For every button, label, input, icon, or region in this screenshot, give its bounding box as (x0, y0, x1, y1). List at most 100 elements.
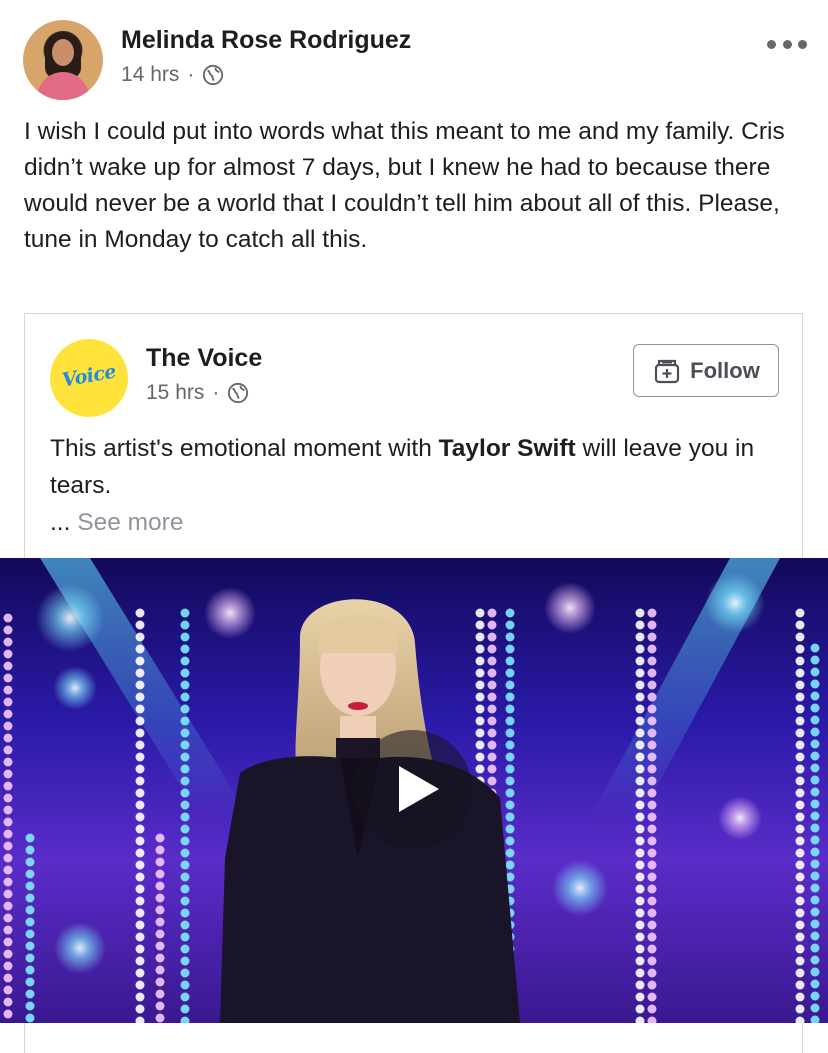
led-dot (647, 800, 657, 810)
led-dot (505, 632, 515, 642)
led-dot (475, 740, 485, 750)
led-dot (795, 644, 805, 654)
led-dot (180, 824, 190, 834)
led-dot (635, 620, 645, 630)
led-dot (487, 680, 497, 690)
post-timestamp[interactable]: 14 hrs (121, 63, 179, 87)
led-dot (647, 956, 657, 966)
led-dot (635, 824, 645, 834)
led-dot (3, 625, 13, 635)
led-dot (135, 716, 145, 726)
led-dot (795, 692, 805, 702)
led-dot (475, 644, 485, 654)
led-dot (505, 716, 515, 726)
led-dot (3, 961, 13, 971)
led-dot (487, 668, 497, 678)
led-dot (180, 1016, 190, 1023)
globe-icon[interactable] (227, 382, 249, 404)
led-dot (810, 847, 820, 857)
led-dot (647, 704, 657, 714)
led-dot (155, 965, 165, 975)
led-dot (795, 980, 805, 990)
play-icon (399, 766, 439, 812)
led-dot (505, 692, 515, 702)
led-dot (647, 824, 657, 834)
led-dot (647, 920, 657, 930)
led-dot (795, 776, 805, 786)
led-dot (810, 655, 820, 665)
led-dot (810, 667, 820, 677)
led-dot (3, 649, 13, 659)
led-dot (155, 881, 165, 891)
led-dot (647, 776, 657, 786)
led-dot (3, 973, 13, 983)
led-dot (3, 721, 13, 731)
stage-light (544, 582, 596, 634)
led-dot (475, 680, 485, 690)
led-dot (135, 740, 145, 750)
led-dot (25, 1013, 35, 1023)
led-dot (155, 869, 165, 879)
see-more-link[interactable]: See more (77, 509, 183, 536)
led-dot (3, 781, 13, 791)
led-dot (135, 908, 145, 918)
video-player[interactable] (0, 558, 828, 1023)
led-dot (505, 776, 515, 786)
led-dot (647, 908, 657, 918)
led-dot (3, 661, 13, 671)
led-dot (155, 989, 165, 999)
meta-separator: · (187, 63, 195, 86)
led-dot (180, 728, 190, 738)
led-dot (795, 944, 805, 954)
led-dot (135, 752, 145, 762)
led-dot (647, 764, 657, 774)
led-dot (25, 869, 35, 879)
led-dot (135, 800, 145, 810)
led-dot (3, 949, 13, 959)
led-dot (810, 643, 820, 653)
more-dot (782, 39, 792, 49)
tagged-person[interactable]: Taylor Swift (439, 435, 576, 462)
led-dot (180, 872, 190, 882)
led-dot (3, 685, 13, 695)
author-name[interactable]: Melinda Rose Rodriguez (121, 26, 411, 55)
led-dot (795, 836, 805, 846)
led-dot (180, 740, 190, 750)
led-dot (810, 1015, 820, 1023)
led-dot (180, 656, 190, 666)
led-dot (810, 691, 820, 701)
led-dot (635, 980, 645, 990)
led-dot (25, 965, 35, 975)
stage-light (54, 922, 106, 974)
author-avatar[interactable] (23, 20, 103, 100)
led-dot (25, 929, 35, 939)
led-dot (180, 788, 190, 798)
led-dot (795, 992, 805, 1002)
led-dot (155, 1013, 165, 1023)
play-button[interactable] (353, 730, 472, 849)
led-dot (3, 889, 13, 899)
led-dot (635, 872, 645, 882)
more-dot (767, 39, 776, 49)
led-dot (647, 656, 657, 666)
follow-button[interactable]: Follow (633, 344, 779, 397)
led-dot (135, 884, 145, 894)
led-dot (475, 608, 485, 618)
more-options-icon[interactable] (767, 36, 807, 52)
led-dot (155, 941, 165, 951)
led-dot (795, 884, 805, 894)
led-dot (25, 881, 35, 891)
led-dot (155, 833, 165, 843)
message-part: This artist's emotional moment with (50, 435, 439, 462)
globe-icon[interactable] (202, 64, 224, 86)
led-dot (795, 932, 805, 942)
page-name[interactable]: The Voice (146, 344, 262, 373)
led-dot (135, 944, 145, 954)
led-dot (180, 704, 190, 714)
led-dot (810, 991, 820, 1001)
led-dot (180, 920, 190, 930)
page-avatar[interactable]: Voice (50, 339, 128, 417)
ellipsis: ... (50, 509, 71, 536)
led-dot (810, 715, 820, 725)
shared-post-timestamp[interactable]: 15 hrs (146, 381, 204, 405)
